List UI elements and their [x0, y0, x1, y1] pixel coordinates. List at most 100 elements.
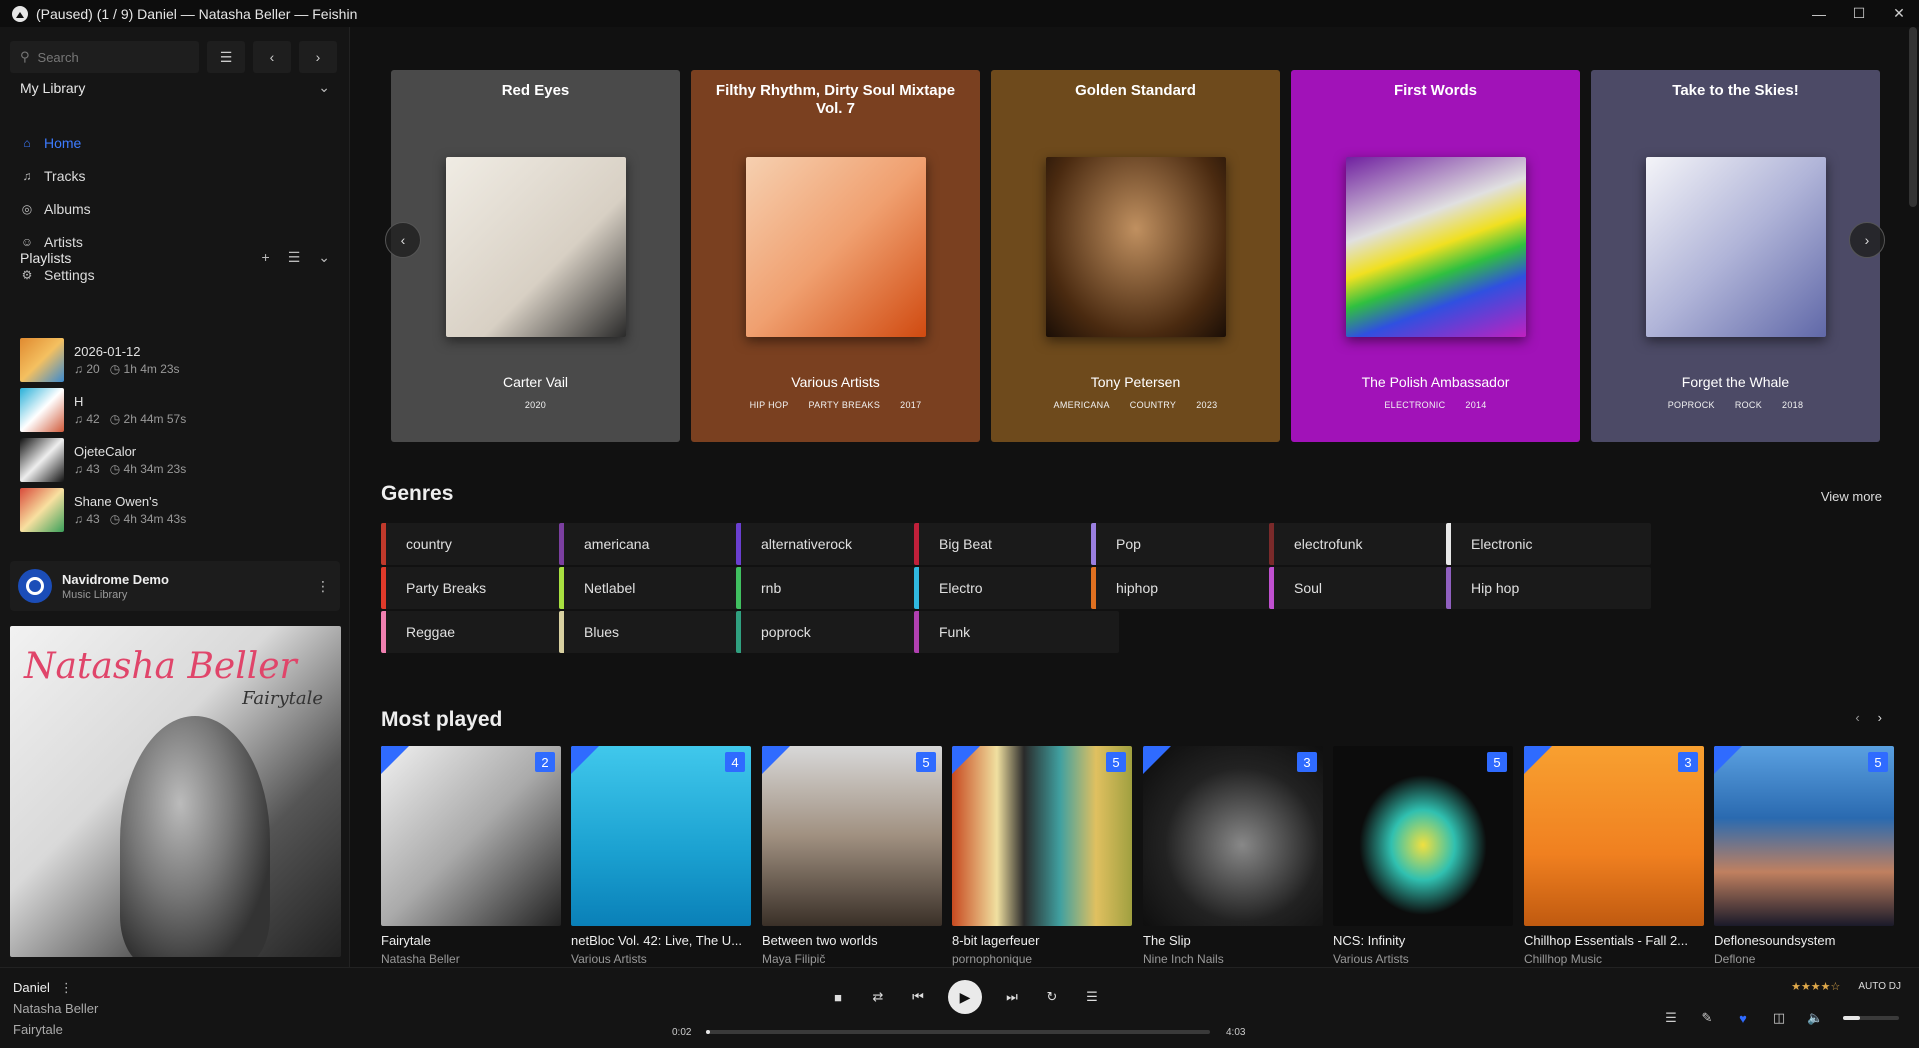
play-button[interactable]: ▶	[948, 980, 982, 1014]
album-name[interactable]: NCS: Infinity	[1333, 933, 1513, 948]
carousel-next-button[interactable]: ›	[1849, 222, 1885, 258]
album-name[interactable]: 8-bit lagerfeuer	[952, 933, 1132, 948]
genre-chip[interactable]: Hip hop	[1446, 567, 1651, 609]
album-card[interactable]: 5 8-bit lagerfeuer pornophonique	[952, 746, 1132, 966]
list-icon[interactable]: ☰	[288, 249, 301, 266]
carousel-card[interactable]: Filthy Rhythm, Dirty Soul Mixtape Vol. 7…	[691, 70, 980, 442]
sidebar-item-tracks[interactable]: ♫ Tracks	[20, 159, 330, 192]
carousel-card[interactable]: Red Eyes Carter Vail 2020	[391, 70, 680, 442]
album-artist[interactable]: Natasha Beller	[381, 952, 561, 966]
chevron-left-icon[interactable]: ‹	[1855, 710, 1859, 725]
genre-chip[interactable]: Electronic	[1446, 523, 1651, 565]
genre-chip[interactable]: Blues	[559, 611, 764, 653]
corner-flag-icon	[762, 746, 790, 774]
album-artist[interactable]: Various Artists	[1333, 952, 1513, 966]
playlist-item[interactable]: H ♫ 42 ◷ 2h 44m 57s	[20, 385, 330, 435]
genre-chip[interactable]: Soul	[1269, 567, 1474, 609]
album-card[interactable]: 5 Deflonesoundsystem Deflone	[1714, 746, 1894, 966]
genre-chip[interactable]: Electro	[914, 567, 1119, 609]
menu-button[interactable]: ☰	[207, 41, 245, 73]
chevron-right-icon[interactable]: ›	[1878, 710, 1882, 725]
next-button[interactable]: ⏭	[1002, 987, 1022, 1007]
volume-icon[interactable]: 🔈	[1807, 1010, 1823, 1026]
carousel-card[interactable]: First Words The Polish Ambassador ELECTR…	[1291, 70, 1580, 442]
close-icon[interactable]: ✕	[1879, 0, 1919, 27]
album-name[interactable]: Between two worlds	[762, 933, 942, 948]
equalizer-icon[interactable]: ☰	[1663, 1010, 1679, 1026]
genre-chip[interactable]: americana	[559, 523, 764, 565]
auto-dj-toggle[interactable]: AUTO DJ	[1858, 981, 1901, 992]
server-selector[interactable]: Navidrome Demo Music Library ⋮	[10, 561, 340, 611]
album-artist[interactable]: Deflone	[1714, 952, 1894, 966]
album-artist[interactable]: Nine Inch Nails	[1143, 952, 1323, 966]
album-card[interactable]: 3 The Slip Nine Inch Nails	[1143, 746, 1323, 966]
playlist-item[interactable]: Shane Owen's ♫ 43 ◷ 4h 34m 43s	[20, 485, 330, 535]
previous-button[interactable]: ⏮	[908, 987, 928, 1007]
more-vertical-icon[interactable]: ⋮	[316, 578, 330, 595]
playlist-item[interactable]: OjeteCalor ♫ 43 ◷ 4h 34m 23s	[20, 435, 330, 485]
repeat-button[interactable]: ↻	[1042, 987, 1062, 1007]
minimize-icon[interactable]: —	[1799, 0, 1839, 27]
album-card[interactable]: 5 NCS: Infinity Various Artists	[1333, 746, 1513, 966]
sidebar-panel-icon[interactable]: ◫	[1771, 1010, 1787, 1026]
lyrics-icon[interactable]: ✎	[1699, 1010, 1715, 1026]
genre-chip[interactable]: hiphop	[1091, 567, 1296, 609]
more-vertical-icon[interactable]: ⋮	[60, 980, 73, 996]
scrollbar[interactable]	[1909, 27, 1917, 207]
seek-bar[interactable]	[706, 1030, 1210, 1034]
chevron-down-icon[interactable]: ⌄	[318, 79, 330, 96]
chevron-right-icon: ›	[1864, 232, 1870, 248]
album-name[interactable]: Deflonesoundsystem	[1714, 933, 1894, 948]
add-playlist-icon[interactable]: +	[262, 249, 270, 266]
carousel-card[interactable]: Take to the Skies! Forget the Whale POPR…	[1591, 70, 1880, 442]
album-card[interactable]: 3 Chillhop Essentials - Fall 2... Chillh…	[1524, 746, 1704, 966]
shuffle-button[interactable]: ⇄	[868, 987, 888, 1007]
genre-chip[interactable]: rnb	[736, 567, 941, 609]
genre-chip[interactable]: Big Beat	[914, 523, 1119, 565]
album-name[interactable]: Fairytale	[381, 933, 561, 948]
album-name[interactable]: netBloc Vol. 42: Live, The U...	[571, 933, 751, 948]
stop-button[interactable]: ■	[828, 987, 848, 1007]
album-artist[interactable]: Maya Filipič	[762, 952, 942, 966]
search-box[interactable]: ⚲	[10, 41, 199, 73]
sidebar-item-albums[interactable]: ◎ Albums	[20, 192, 330, 225]
album-card[interactable]: 2 Fairytale Natasha Beller	[381, 746, 561, 966]
track-count: ♫ 42	[74, 412, 100, 426]
album-artist[interactable]: pornophonique	[952, 952, 1132, 966]
forward-button[interactable]: ›	[299, 41, 337, 73]
album-name[interactable]: The Slip	[1143, 933, 1323, 948]
now-playing-artwork[interactable]: Natasha Beller Fairytale	[10, 626, 341, 957]
genre-chip[interactable]: Netlabel	[559, 567, 764, 609]
genre-chip[interactable]: alternativerock	[736, 523, 941, 565]
album-card[interactable]: 4 netBloc Vol. 42: Live, The U... Variou…	[571, 746, 751, 966]
now-playing-artist[interactable]: Natasha Beller	[13, 1001, 98, 1016]
playlist-item[interactable]: 2026-01-12 ♫ 20 ◷ 1h 4m 23s	[20, 335, 330, 385]
now-playing-title[interactable]: Daniel	[13, 980, 50, 996]
genre-chip[interactable]: Party Breaks	[381, 567, 586, 609]
back-button[interactable]: ‹	[253, 41, 291, 73]
carousel-prev-button[interactable]: ‹	[385, 222, 421, 258]
genre-chip[interactable]: Funk	[914, 611, 1119, 653]
library-header[interactable]: My Library ⌄	[20, 79, 330, 96]
carousel-card[interactable]: Golden Standard Tony Petersen AMERICANA C…	[991, 70, 1280, 442]
genre-chip[interactable]: country	[381, 523, 586, 565]
genre-chip[interactable]: Pop	[1091, 523, 1296, 565]
album-name[interactable]: Chillhop Essentials - Fall 2...	[1524, 933, 1704, 948]
maximize-icon[interactable]: ☐	[1839, 0, 1879, 27]
search-input[interactable]	[37, 49, 178, 65]
now-playing-album[interactable]: Fairytale	[13, 1022, 63, 1037]
heart-icon[interactable]: ♥	[1735, 1011, 1751, 1026]
genre-chip[interactable]: electrofunk	[1269, 523, 1474, 565]
volume-slider[interactable]	[1843, 1016, 1899, 1020]
view-more-link[interactable]: View more	[1821, 489, 1882, 504]
chevron-down-icon[interactable]: ⌄	[318, 249, 330, 266]
rating-stars[interactable]: ★★★★☆	[1791, 980, 1840, 993]
sidebar-item-home[interactable]: ⌂ Home	[20, 126, 330, 159]
queue-button[interactable]: ☰	[1082, 987, 1102, 1007]
genre-chip[interactable]: Reggae	[381, 611, 586, 653]
album-card[interactable]: 5 Between two worlds Maya Filipič	[762, 746, 942, 966]
playlists-header[interactable]: Playlists + ☰ ⌄	[20, 249, 330, 266]
album-artist[interactable]: Various Artists	[571, 952, 751, 966]
genre-chip[interactable]: poprock	[736, 611, 941, 653]
album-artist[interactable]: Chillhop Music	[1524, 952, 1704, 966]
